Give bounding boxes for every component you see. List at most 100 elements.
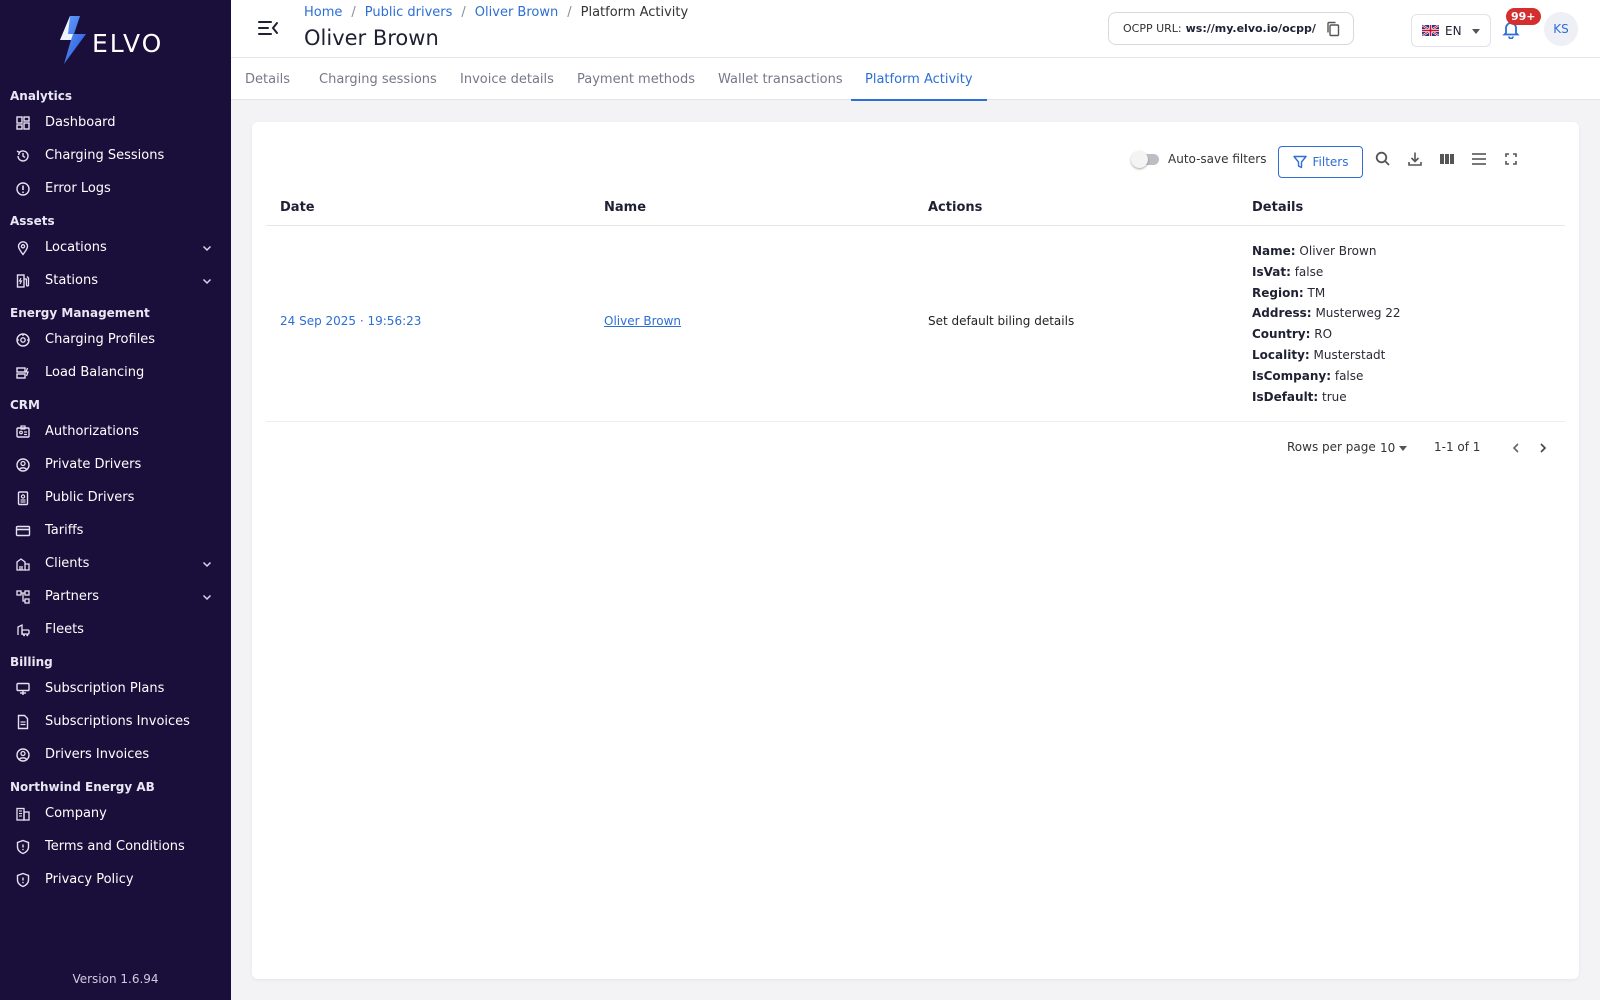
density-icon xyxy=(1472,153,1486,165)
breadcrumb: Home / Public drivers / Oliver Brown / P… xyxy=(304,5,688,20)
search-button[interactable] xyxy=(1374,150,1392,168)
sidebar-item-label: Partners xyxy=(45,589,100,604)
sidebar-item-drivers-invoices[interactable]: Drivers Invoices xyxy=(0,738,231,771)
network-icon xyxy=(15,589,31,605)
column-header-name[interactable]: Name xyxy=(604,200,646,215)
buildings-icon xyxy=(15,556,31,572)
column-header-details[interactable]: Details xyxy=(1252,200,1303,215)
top-header: Home / Public drivers / Oliver Brown / P… xyxy=(231,0,1600,58)
row-action-text: Set default biling details xyxy=(928,314,1075,328)
copy-icon xyxy=(1327,21,1340,36)
next-page-button[interactable] xyxy=(1536,441,1550,455)
tab-wallet-transactions[interactable]: Wallet transactions xyxy=(718,58,843,100)
chevron-down-icon xyxy=(202,561,212,568)
shield-icon xyxy=(15,872,31,888)
fullscreen-button[interactable] xyxy=(1502,150,1520,168)
breadcrumb-driver[interactable]: Oliver Brown xyxy=(475,5,558,20)
language-select[interactable]: EN xyxy=(1411,14,1491,47)
sidebar-item-label: Subscription Plans xyxy=(45,681,165,696)
sidebar-item-company[interactable]: Company xyxy=(0,797,231,830)
sidebar-nav: Analytics Dashboard Charging Sessions Error… xyxy=(0,80,231,896)
row-date-link[interactable]: 24 Sep 2025 · 19:56:23 xyxy=(280,314,421,328)
sidebar-item-public-drivers[interactable]: Public Drivers xyxy=(0,481,231,514)
breadcrumb-home[interactable]: Home xyxy=(304,5,342,20)
sidebar-item-tariffs[interactable]: Tariffs xyxy=(0,514,231,547)
detail-line: IsDefault: true xyxy=(1252,389,1347,404)
rows-per-page-select[interactable]: 10 xyxy=(1380,441,1395,455)
page-title: Oliver Brown xyxy=(304,26,439,50)
sidebar-section-title: Assets xyxy=(10,214,55,228)
detail-line: IsCompany: false xyxy=(1252,368,1364,383)
sidebar-item-label: Authorizations xyxy=(45,424,139,439)
autosave-toggle[interactable]: Auto-save filters xyxy=(1131,150,1266,168)
sidebar-item-label: Subscriptions Invoices xyxy=(45,714,190,729)
detail-line: Name: Oliver Brown xyxy=(1252,244,1377,258)
ocpp-url: ws://my.elvo.io/ocpp/ xyxy=(1185,22,1316,35)
id-card-icon xyxy=(15,424,31,440)
chevron-down-icon xyxy=(202,245,212,252)
columns-button[interactable] xyxy=(1438,150,1456,168)
column-header-actions[interactable]: Actions xyxy=(928,200,982,215)
sidebar-item-subscriptions-invoices[interactable]: Subscriptions Invoices xyxy=(0,705,231,738)
detail-line: Address: Musterweg 22 xyxy=(1252,306,1401,321)
sidebar-item-load-balancing[interactable]: Load Balancing xyxy=(0,356,231,389)
ocpp-label: OCPP URL: xyxy=(1123,22,1182,35)
density-button[interactable] xyxy=(1470,150,1488,168)
sidebar-item-partners[interactable]: Partners xyxy=(0,580,231,613)
tab-platform-activity[interactable]: Platform Activity xyxy=(851,58,987,101)
row-name-link[interactable]: Oliver Brown xyxy=(604,314,681,328)
user-avatar[interactable]: KS xyxy=(1544,12,1578,46)
tab-details[interactable]: Details xyxy=(245,58,290,100)
sidebar-item-label: Public Drivers xyxy=(45,490,135,505)
sidebar-item-dashboard[interactable]: Dashboard xyxy=(0,106,231,139)
shield-icon xyxy=(15,839,31,855)
sidebar-item-label: Dashboard xyxy=(45,115,116,130)
filters-button[interactable]: Filters xyxy=(1278,146,1363,178)
sidebar-item-clients[interactable]: Clients xyxy=(0,547,231,580)
chevron-left-icon xyxy=(1512,443,1519,453)
document-icon xyxy=(15,714,31,730)
sidebar-item-subscription-plans[interactable]: Subscription Plans xyxy=(0,672,231,705)
sidebar-item-terms-and-conditions[interactable]: Terms and Conditions xyxy=(0,830,231,863)
sidebar-item-charging-sessions[interactable]: Charging Sessions xyxy=(0,139,231,172)
tab-invoice-details[interactable]: Invoice details xyxy=(460,58,554,100)
filters-label: Filters xyxy=(1312,155,1349,169)
sidebar-item-privacy-policy[interactable]: Privacy Policy xyxy=(0,863,231,896)
tab-charging-sessions[interactable]: Charging sessions xyxy=(319,58,437,100)
detail-line: Region: TM xyxy=(1252,285,1326,300)
sidebar-item-locations[interactable]: Locations xyxy=(0,231,231,264)
load-balancing-icon xyxy=(15,365,31,381)
sidebar-item-stations[interactable]: Stations xyxy=(0,264,231,297)
chevron-right-icon xyxy=(1540,443,1547,453)
activity-table: Date Name Actions Details 24 Sep 2025 · … xyxy=(266,188,1565,422)
sidebar-item-private-drivers[interactable]: Private Drivers xyxy=(0,448,231,481)
copy-button[interactable] xyxy=(1325,21,1341,37)
sidebar-item-authorizations[interactable]: Authorizations xyxy=(0,415,231,448)
search-icon xyxy=(1375,151,1390,166)
elvo-logo[interactable]: ELVO xyxy=(56,14,163,66)
table-row: 24 Sep 2025 · 19:56:23 Oliver Brown Set … xyxy=(266,226,1565,422)
error-icon xyxy=(15,181,31,197)
pagination: Rows per page 10 1-1 of 1 xyxy=(266,422,1565,474)
notification-badge: 99+ xyxy=(1506,8,1541,25)
tab-payment-methods[interactable]: Payment methods xyxy=(577,58,695,100)
column-header-date[interactable]: Date xyxy=(280,200,315,215)
credit-card-icon xyxy=(15,523,31,539)
fullscreen-icon xyxy=(1505,153,1517,165)
previous-page-button[interactable] xyxy=(1509,441,1523,455)
table-header: Date Name Actions Details xyxy=(266,188,1565,226)
breadcrumb-public-drivers[interactable]: Public drivers xyxy=(365,5,453,20)
sidebar-item-charging-profiles[interactable]: Charging Profiles xyxy=(0,323,231,356)
company-icon xyxy=(15,806,31,822)
dashboard-icon xyxy=(15,115,31,131)
download-icon xyxy=(1408,152,1422,166)
sidebar-item-label: Private Drivers xyxy=(45,457,142,472)
gauge-icon xyxy=(15,332,31,348)
collapse-menu-button[interactable] xyxy=(257,18,279,38)
detail-line: IsVat: false xyxy=(1252,264,1324,279)
sidebar-section-title: Northwind Energy AB xyxy=(10,780,155,794)
sidebar-item-error-logs[interactable]: Error Logs xyxy=(0,172,231,205)
sidebar-item-fleets[interactable]: Fleets xyxy=(0,613,231,646)
download-button[interactable] xyxy=(1406,150,1424,168)
charging-station-icon xyxy=(15,273,31,289)
